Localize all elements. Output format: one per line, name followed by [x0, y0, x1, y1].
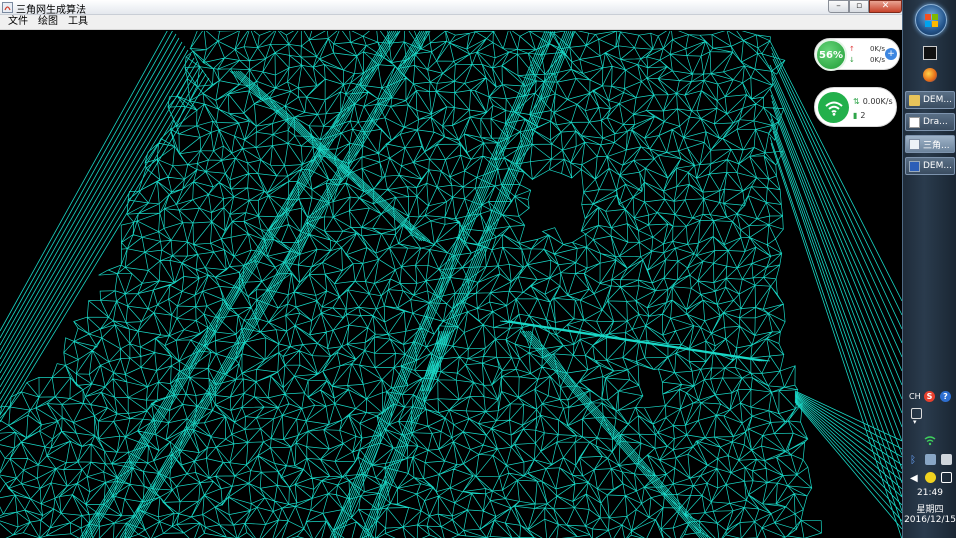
cmd-icon[interactable] — [923, 46, 937, 60]
firefox-icon[interactable] — [923, 68, 937, 82]
wifi-speed-row: ⇅ 0.00K/s — [853, 97, 893, 106]
wifi-speed: 0.00K/s — [862, 97, 893, 106]
accelerate-button[interactable]: + — [885, 48, 897, 60]
language-indicator[interactable]: CH — [909, 392, 921, 401]
mesh-triangles — [0, 31, 822, 538]
tin-mesh — [0, 31, 902, 538]
app-window: 三角网生成算法 – ▫ ✕ 文件 绘图 工具 56% ↑ 0K/s ↓ 0K/s… — [0, 0, 902, 538]
upload-speed: 0K/s — [869, 45, 885, 53]
taskbar-item-dem-doc[interactable]: DEM... — [905, 157, 955, 175]
cpu-usage-indicator[interactable]: 56% — [815, 39, 847, 71]
taskbar-item-label: DEM... — [923, 95, 952, 105]
sogou-input-icon[interactable]: S — [924, 391, 935, 402]
taskbar-item-triangulation[interactable]: 三角... — [905, 135, 955, 153]
network-speed-widget[interactable]: 56% ↑ 0K/s ↓ 0K/s + — [814, 38, 900, 71]
close-button[interactable]: ✕ — [869, 0, 902, 13]
upload-arrow-icon: ↑ — [849, 45, 855, 53]
network-icon[interactable] — [941, 472, 952, 483]
device-manager-icon[interactable] — [925, 454, 936, 465]
menu-draw[interactable]: 绘图 — [33, 15, 63, 29]
device-icon: ▮ — [853, 111, 858, 120]
speed-bars-icon: ⇅ — [853, 97, 860, 106]
taskbar-item-drawing[interactable]: Dra... — [905, 113, 955, 131]
system-tray: CH S ? ▾ ᛒ ◀ 21:49 星期四 2016/12/15 — [903, 388, 956, 538]
wifi-tray-icon[interactable] — [924, 435, 936, 446]
download-speed: 0K/s — [869, 56, 885, 64]
help-icon[interactable]: ? — [940, 391, 951, 402]
menu-file[interactable]: 文件 — [3, 15, 33, 29]
menu-tools[interactable]: 工具 — [63, 15, 93, 29]
download-arrow-icon: ↓ — [849, 56, 855, 64]
volume-icon[interactable]: ◀ — [910, 473, 918, 484]
wifi-devices-row: ▮ 2 — [853, 111, 866, 120]
clock-date[interactable]: 2016/12/15 — [903, 515, 956, 525]
clock-day[interactable]: 星期四 — [903, 502, 956, 515]
chevron-down-icon[interactable]: ▾ — [913, 418, 917, 429]
menu-bar: 文件 绘图 工具 — [0, 15, 902, 30]
wifi-device-count: 2 — [860, 111, 866, 120]
minimize-button[interactable]: – — [828, 0, 849, 13]
windows-logo-icon — [925, 14, 938, 27]
java-app-icon — [909, 138, 920, 150]
drawing-app-icon — [909, 116, 920, 128]
wifi-icon[interactable] — [818, 92, 849, 123]
taskbar: DEM... Dra... 三角... DEM... CH S ? ▾ ᛒ ◀ … — [902, 0, 956, 538]
security-icon[interactable] — [925, 472, 936, 483]
battery-icon[interactable] — [941, 454, 952, 465]
clock-time[interactable]: 21:49 — [903, 488, 956, 498]
window-title: 三角网生成算法 — [16, 5, 86, 16]
wifi-widget[interactable]: ⇅ 0.00K/s ▮ 2 — [814, 87, 897, 127]
taskbar-item-label: 三角... — [923, 140, 950, 151]
word-doc-icon — [909, 160, 920, 172]
taskbar-item-dem-folder[interactable]: DEM... — [905, 91, 955, 109]
drawing-canvas[interactable] — [0, 31, 902, 538]
taskbar-item-label: Dra... — [923, 117, 948, 127]
maximize-button[interactable]: ▫ — [849, 0, 869, 13]
folder-icon — [909, 94, 920, 106]
start-button[interactable] — [915, 4, 947, 36]
taskbar-item-label: DEM... — [923, 161, 952, 171]
bluetooth-icon[interactable]: ᛒ — [910, 455, 916, 466]
title-bar[interactable]: 三角网生成算法 – ▫ ✕ — [0, 0, 902, 16]
java-app-icon — [2, 2, 13, 13]
